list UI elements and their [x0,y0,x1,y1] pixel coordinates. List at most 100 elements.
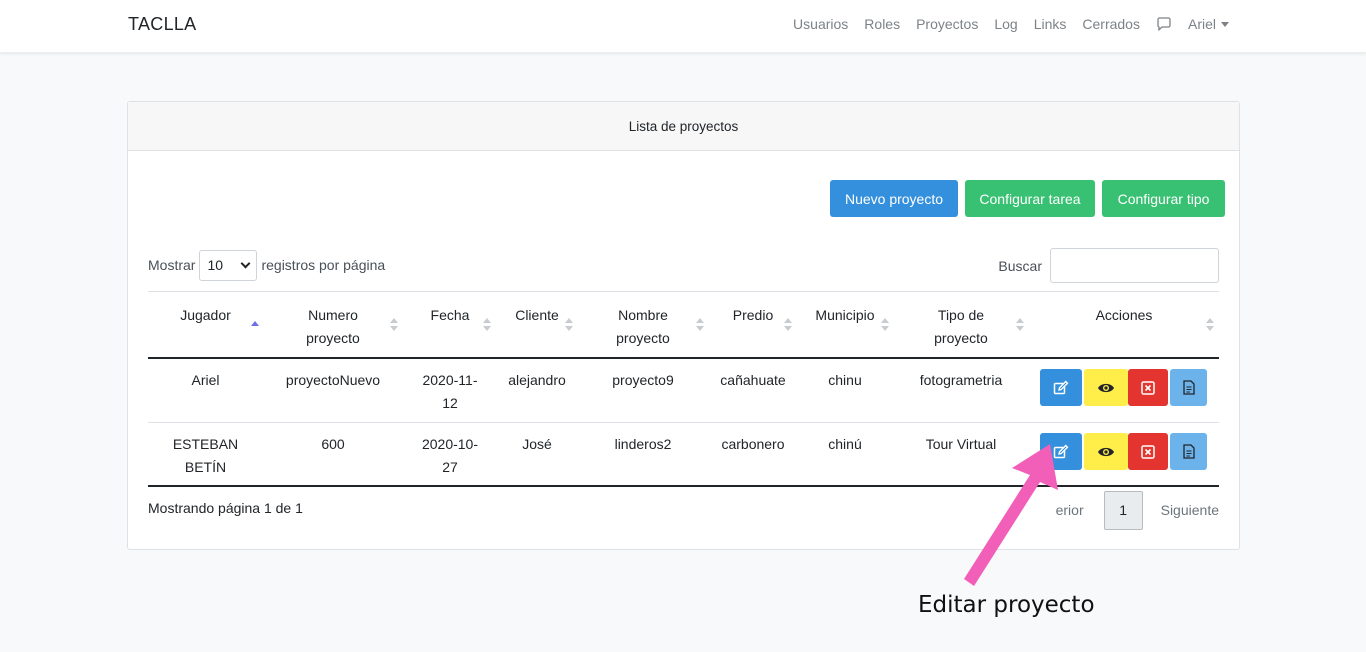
sort-icon [390,318,398,332]
page-size-select[interactable]: 10 [199,249,258,281]
close-icon [1141,380,1155,395]
sort-icon [483,318,491,332]
sort-icon [784,318,792,332]
sort-icon [1206,318,1214,332]
annotation-arrow [964,444,1058,586]
eye-icon [1098,383,1114,392]
cell-tipo: fotogrametria [919,372,1003,388]
navbar: TACLLA Usuarios Roles Proyectos Log Link… [0,0,1366,53]
col-acciones-label: Acciones [1095,307,1153,323]
nav-item-cerrados[interactable]: Cerrados [1082,16,1140,32]
delete-button[interactable] [1128,433,1168,470]
col-tipo-label-1: Tipo de [937,307,985,323]
cell-text: Ariel [191,372,220,388]
cell-nombre: proyecto9 [612,372,674,388]
col-cliente[interactable]: Cliente [502,304,572,327]
nav-item-links[interactable]: Links [1034,16,1067,32]
cell-jugador: Ariel [158,369,253,392]
col-numero-label-1: Numero [308,307,358,323]
col-nombre-label-2: proyecto [616,330,670,346]
user-menu[interactable]: Ariel [1188,16,1229,32]
show-label: Mostrar [148,257,196,273]
new-project-button[interactable]: Nuevo proyecto [830,180,958,217]
sort-icon [696,318,704,332]
col-fecha-label: Fecha [430,307,470,323]
pagination: erior 1 Siguiente [1056,490,1219,530]
next-page-button[interactable]: Siguiente [1161,502,1219,518]
col-tipo-label-2: proyecto [934,330,988,346]
cell-municipio: chinu [828,372,862,388]
configure-type-button[interactable]: Configurar tipo [1102,180,1225,217]
cell-jugador: ESTEBAN BETÍN [158,433,253,479]
col-predio-label: Predio [732,307,774,323]
cell-cliente: alejandro [508,372,566,388]
cell-text: 12 [442,395,458,411]
document-icon [1182,444,1195,459]
caret-down-icon [1221,22,1229,27]
sort-asc-icon [251,318,259,332]
user-name: Ariel [1187,16,1216,32]
col-jugador[interactable]: Jugador [158,304,253,327]
nav-item-roles[interactable]: Roles [864,16,900,32]
pagination-info: Mostrando página 1 de 1 [148,500,303,516]
delete-button[interactable] [1128,369,1168,406]
sort-icon [1016,318,1024,332]
sort-icon [881,318,889,332]
nav-item-log[interactable]: Log [994,16,1017,32]
cell-cliente: José [522,436,552,452]
nav-item-usuarios[interactable]: Usuarios [793,16,848,32]
sort-icon [565,318,573,332]
cell-text: ESTEBAN [172,436,239,452]
col-predio[interactable]: Predio [713,304,793,327]
chevron-down-icon [241,258,251,268]
col-numero[interactable]: Numero proyecto [283,304,383,350]
col-nombre-label-1: Nombre [618,307,668,323]
edit-button[interactable] [1040,369,1082,406]
cell-numero: proyectoNuevo [285,372,381,388]
cell-fecha: 2020-11- 12 [414,369,486,415]
chat-icon[interactable] [1156,16,1172,32]
page-1-button[interactable]: 1 [1103,490,1143,530]
show-suffix-label: registros por página [261,257,386,273]
cell-text: 2020-10- [421,436,479,452]
cell-municipio: chinú [828,436,862,452]
nav-item-proyectos[interactable]: Proyectos [916,16,978,32]
document-button[interactable] [1170,433,1207,470]
col-municipio[interactable]: Municipio [805,304,885,327]
cell-fecha: 2020-10- 27 [414,433,486,479]
cell-predio: cañahuate [720,372,786,388]
col-jugador-label: Jugador [180,307,231,323]
page-size-value: 10 [207,257,224,273]
view-button[interactable] [1084,369,1128,406]
cell-text: 27 [442,459,458,475]
configure-task-button[interactable]: Configurar tarea [965,180,1095,217]
search-label: Buscar [998,257,1042,274]
document-button[interactable] [1170,369,1207,406]
page-size-control: Mostrar 10 registros por página [148,249,385,281]
table-row: Ariel proyectoNuevo 2020-11- 12 alejandro… [148,359,1219,423]
cell-text: 2020-11- [422,372,478,388]
col-cliente-label: Cliente [515,307,559,323]
brand-logo[interactable]: TACLLA [128,14,197,35]
cell-predio: carbonero [721,436,785,452]
card-title: Lista de proyectos [128,102,1239,151]
cell-numero: 600 [321,436,345,452]
cell-nombre: linderos2 [614,436,672,452]
nav-links: Usuarios Roles Proyectos Log Links Cerra… [793,16,1229,32]
cell-text: BETÍN [184,459,227,475]
col-acciones[interactable]: Acciones [1068,304,1180,327]
col-nombre[interactable]: Nombre proyecto [593,304,693,350]
close-icon [1141,444,1155,459]
table-header: Jugador Numero proyecto Fecha Cliente Nom… [148,291,1219,359]
document-icon [1182,380,1195,395]
search-control: Buscar [998,248,1219,283]
eye-icon [1098,447,1114,456]
col-numero-label-2: proyecto [306,330,360,346]
view-button[interactable] [1084,433,1128,470]
col-tipo[interactable]: Tipo de proyecto [906,304,1016,350]
annotation-label: Editar proyecto [918,592,1095,618]
col-fecha[interactable]: Fecha [414,304,486,327]
search-input[interactable] [1050,248,1219,283]
col-municipio-label: Municipio [815,307,875,323]
edit-icon [1053,380,1069,394]
